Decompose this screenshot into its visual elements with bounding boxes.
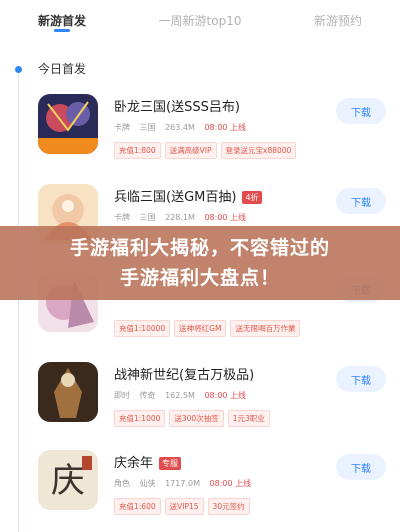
perk-badge: 充值1:10000: [114, 320, 171, 337]
timeline-line: [18, 70, 19, 532]
download-button[interactable]: 下载: [336, 98, 386, 124]
game-item[interactable]: 战神新世纪(复古万极品) 即时 传奇 162.5M 08:00 上线 充值1:1…: [38, 362, 390, 440]
game-meta: 卡牌 三国 228.1M 08:00 上线: [114, 212, 253, 223]
game-time: 08:00 上线: [204, 391, 247, 400]
game-size: 228.1M: [165, 213, 195, 222]
game-platform: 三国: [139, 213, 156, 222]
game-size: 1717.0M: [165, 479, 200, 488]
game-name-text: 兵临三国(送GM百抽): [114, 190, 237, 205]
game-perks: 充值1:10000 送神将红GM 送无限喝百万作業: [114, 320, 301, 337]
game-size: 162.5M: [165, 391, 195, 400]
game-time: 08:00 上线: [204, 213, 247, 222]
perk-badge: 充值1:800: [114, 142, 161, 159]
game-size: 263.4M: [165, 123, 195, 132]
game-meta: 角色 仙侠 1717.0M 08:00 上线: [114, 478, 258, 489]
perk-badge: 30元签约: [207, 498, 250, 515]
section-title: 今日首发: [38, 62, 87, 76]
game-name-text: 战神新世纪(复古万极品): [114, 368, 255, 383]
game-time: 08:00 上线: [209, 479, 252, 488]
game-perks: 充值1:800 送满高级VIP 登录送元宝x88000: [114, 142, 297, 159]
game-perks: 充值1:1000 送300次抽签 1元3职业: [114, 410, 270, 427]
download-button[interactable]: 下载: [336, 366, 386, 392]
download-button[interactable]: 下载: [336, 188, 386, 214]
game-meta: 即时 传奇 162.5M 08:00 上线: [114, 390, 253, 401]
game-genre: 角色: [114, 479, 130, 488]
game-platform: 三国: [139, 123, 156, 132]
perk-badge: 送无限喝百万作業: [230, 320, 301, 337]
banner-line-2: 手游福利大盘点！: [119, 267, 280, 289]
game-icon[interactable]: [38, 94, 98, 154]
tab-bar: 新游首发 一周新游top10 新游预约: [0, 0, 400, 40]
game-platform: 仙侠: [139, 479, 156, 488]
game-item[interactable]: 庆 庆余年 专服 角色 仙侠 1717.0M 08:00 上线 充值1:600 送…: [38, 450, 390, 528]
headline-banner: 手游福利大揭秘，不容错过的 手游福利大盘点！: [0, 226, 400, 300]
game-name: 兵临三国(送GM百抽) 4折: [114, 186, 262, 205]
tab-new-release[interactable]: 新游首发: [38, 0, 86, 40]
game-name: 卧龙三国(送SSS吕布): [114, 96, 240, 115]
game-meta: 卡牌 三国 263.4M 08:00 上线: [114, 122, 253, 133]
discount-badge: 4折: [242, 191, 262, 204]
icon-glyph: 庆: [51, 461, 85, 501]
perk-badge: 送VIP15: [164, 498, 204, 515]
perk-badge: 1元3职业: [227, 410, 270, 427]
game-platform: 传奇: [139, 391, 156, 400]
game-genre: 卡牌: [114, 213, 130, 222]
perk-badge: 送300次抽签: [169, 410, 224, 427]
game-icon[interactable]: [38, 362, 98, 422]
game-item[interactable]: 卧龙三国(送SSS吕布) 卡牌 三国 263.4M 08:00 上线 充值1:8…: [38, 94, 390, 172]
perk-badge: 充值1:600: [114, 498, 161, 515]
game-perks: 充值1:600 送VIP15 30元签约: [114, 498, 250, 515]
tab-weekly-top10[interactable]: 一周新游top10: [159, 0, 242, 40]
game-time: 08:00 上线: [204, 123, 247, 132]
perk-badge: 送满高级VIP: [164, 142, 217, 159]
timeline-dot: [15, 66, 22, 73]
perk-badge: 充值1:1000: [114, 410, 166, 427]
game-genre: 即时: [114, 391, 130, 400]
game-name-text: 庆余年: [114, 456, 154, 471]
server-badge: 专服: [159, 457, 182, 470]
game-name: 庆余年 专服: [114, 452, 182, 471]
perk-badge: 送神将红GM: [174, 320, 227, 337]
banner-line-1: 手游福利大揭秘，不容错过的: [69, 237, 330, 259]
game-icon[interactable]: 庆: [38, 450, 98, 510]
perk-badge: 登录送元宝x88000: [220, 142, 297, 159]
tab-preorder[interactable]: 新游预约: [314, 0, 362, 40]
download-button[interactable]: 下载: [336, 454, 386, 480]
game-name-text: 卧龙三国(送SSS吕布): [114, 100, 240, 115]
game-name: 战神新世纪(复古万极品): [114, 364, 254, 383]
game-genre: 卡牌: [114, 123, 130, 132]
